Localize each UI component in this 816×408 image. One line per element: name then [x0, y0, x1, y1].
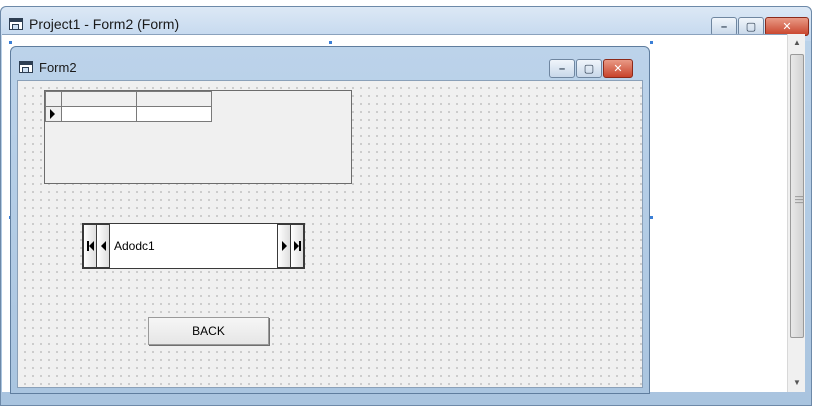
move-last-button[interactable]	[290, 224, 304, 268]
maximize-icon: ▢	[583, 63, 595, 75]
maximize-icon: ▢	[745, 21, 757, 33]
grip-icon: — — —	[795, 192, 803, 207]
grid-row-selector[interactable]	[45, 106, 62, 122]
back-button[interactable]: BACK	[148, 317, 269, 345]
form2-window[interactable]: Form2 – ▢ ✕ Adodc1 BACK	[10, 46, 650, 394]
move-previous-button[interactable]	[96, 224, 110, 268]
move-last-icon	[293, 241, 301, 251]
close-icon: ✕	[613, 63, 623, 75]
form-maximize-button[interactable]: ▢	[576, 59, 602, 78]
move-next-button[interactable]	[277, 224, 291, 268]
grid-column-header[interactable]	[136, 91, 212, 107]
form-close-button[interactable]: ✕	[603, 59, 633, 78]
vertical-scrollbar[interactable]: ▲ — — — ▼	[787, 34, 805, 392]
current-row-icon	[50, 109, 55, 119]
move-first-button[interactable]	[83, 224, 97, 268]
grid-cell[interactable]	[136, 106, 212, 122]
form-window-icon	[19, 61, 33, 73]
form-window-icon	[9, 18, 23, 30]
data-grid[interactable]	[44, 90, 352, 184]
scroll-up-icon[interactable]: ▲	[788, 34, 806, 51]
scrollbar-thumb[interactable]: — — —	[790, 54, 804, 338]
grid-corner-cell[interactable]	[45, 91, 62, 107]
designer-title: Project1 - Form2 (Form)	[29, 16, 180, 32]
move-previous-icon	[100, 241, 106, 251]
close-icon: ✕	[782, 21, 792, 33]
grid-column-header[interactable]	[61, 91, 137, 107]
resize-handle[interactable]	[649, 40, 654, 45]
minimize-icon: –	[720, 20, 728, 33]
resize-handle[interactable]	[8, 40, 13, 45]
form-client-area[interactable]: Adodc1 BACK	[17, 80, 643, 388]
scroll-down-icon[interactable]: ▼	[788, 374, 806, 391]
form-minimize-button[interactable]: –	[549, 59, 575, 78]
minimize-icon: –	[558, 62, 566, 75]
adodc-caption: Adodc1	[114, 239, 155, 253]
resize-handle[interactable]	[328, 40, 333, 45]
ado-data-control[interactable]: Adodc1	[82, 223, 305, 269]
form-title: Form2	[39, 60, 77, 75]
move-next-icon	[281, 241, 287, 251]
grid-cell[interactable]	[61, 106, 137, 122]
move-first-icon	[86, 241, 94, 251]
